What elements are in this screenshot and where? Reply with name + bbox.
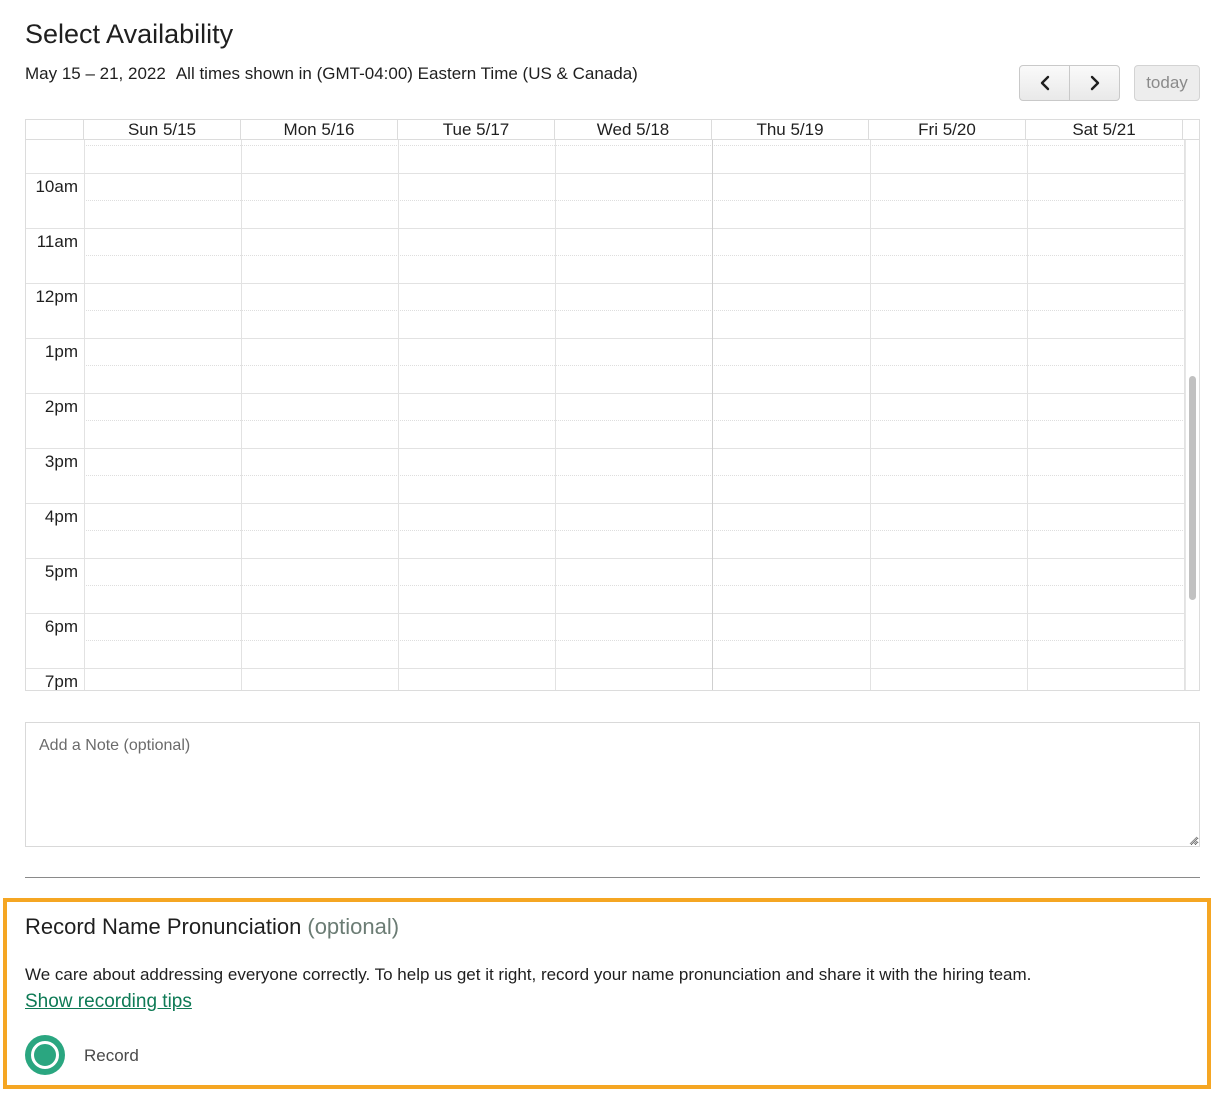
time-label: 7pm [44, 672, 78, 690]
prev-week-button[interactable] [1020, 66, 1069, 100]
half-hour-line [84, 310, 1185, 311]
pronunciation-title-text: Record Name Pronunciation [25, 914, 302, 939]
time-label: 4pm [44, 507, 78, 526]
day-column-divider [555, 140, 556, 690]
half-hour-line [84, 585, 1185, 586]
day-header-wed: Wed 5/18 [555, 120, 712, 139]
hour-line [26, 173, 1185, 174]
hour-line [26, 283, 1185, 284]
day-column-divider [1027, 140, 1028, 690]
time-label: 12pm [35, 287, 78, 306]
half-hour-line [84, 640, 1185, 641]
chevron-left-icon [1040, 75, 1049, 91]
page-title: Select Availability [25, 19, 234, 49]
calendar-header: Sun 5/15 Mon 5/16 Tue 5/17 Wed 5/18 Thu … [26, 120, 1199, 140]
hour-line [26, 668, 1185, 669]
optional-tag: (optional) [307, 914, 400, 939]
calendar-body[interactable]: 10am 11am 12pm 1pm 2pm 3pm 4pm 5pm 6pm 7pm [26, 140, 1185, 690]
half-hour-line [84, 530, 1185, 531]
time-row[interactable]: 6pm [26, 613, 1185, 668]
next-week-button[interactable] [1069, 66, 1119, 100]
day-header-fri: Fri 5/20 [869, 120, 1026, 139]
time-label: 2pm [44, 397, 78, 416]
time-row[interactable]: 3pm [26, 448, 1185, 503]
day-column-divider [241, 140, 242, 690]
time-label: 3pm [44, 452, 78, 471]
section-divider [25, 877, 1200, 878]
hour-line [26, 613, 1185, 614]
time-row[interactable]: 4pm [26, 503, 1185, 558]
hour-line [26, 503, 1185, 504]
note-textarea[interactable] [25, 722, 1200, 847]
time-label: 10am [35, 177, 78, 196]
day-header-thu: Thu 5/19 [712, 120, 869, 139]
time-row[interactable]: 1pm [26, 338, 1185, 393]
time-gutter-header [26, 120, 84, 139]
half-hour-line [84, 475, 1185, 476]
time-row[interactable]: 7pm [26, 668, 1185, 690]
date-range-line: May 15 – 21, 2022 All times shown in (GMT… [25, 62, 638, 86]
day-header-tue: Tue 5/17 [398, 120, 555, 139]
hour-line [26, 393, 1185, 394]
hour-line [26, 228, 1185, 229]
day-column-divider [712, 140, 713, 690]
hour-line [26, 558, 1185, 559]
pronunciation-title: Record Name Pronunciation (optional) [25, 912, 399, 942]
time-row[interactable]: 10am [26, 173, 1185, 228]
time-row[interactable]: 11am [26, 228, 1185, 283]
half-hour-line [84, 255, 1185, 256]
time-grid[interactable]: 10am 11am 12pm 1pm 2pm 3pm 4pm 5pm 6pm 7pm [26, 140, 1185, 690]
time-row[interactable]: 12pm [26, 283, 1185, 338]
day-header-sat: Sat 5/21 [1026, 120, 1183, 139]
half-hour-line [84, 420, 1185, 421]
half-hour-line [84, 200, 1185, 201]
availability-calendar: Sun 5/15 Mon 5/16 Tue 5/17 Wed 5/18 Thu … [25, 119, 1200, 691]
chevron-right-icon [1090, 75, 1099, 91]
calendar-scrollbar[interactable] [1185, 140, 1199, 690]
day-header-sun: Sun 5/15 [84, 120, 241, 139]
time-label: 5pm [44, 562, 78, 581]
pronunciation-description: We care about addressing everyone correc… [25, 965, 1032, 984]
scrollbar-thumb[interactable] [1189, 376, 1196, 600]
record-label[interactable]: Record [84, 1044, 139, 1068]
time-row[interactable]: 2pm [26, 393, 1185, 448]
half-hour-line [84, 145, 1185, 146]
time-row-partial[interactable] [26, 140, 1185, 173]
week-nav-group [1019, 65, 1120, 101]
date-range: May 15 – 21, 2022 [25, 64, 166, 83]
hour-line [26, 448, 1185, 449]
day-column-divider [84, 140, 85, 690]
day-column-divider [398, 140, 399, 690]
time-row[interactable]: 5pm [26, 558, 1185, 613]
show-recording-tips-link[interactable]: Show recording tips [25, 989, 192, 1015]
hour-line [26, 338, 1185, 339]
day-header-mon: Mon 5/16 [241, 120, 398, 139]
time-label: 6pm [44, 617, 78, 636]
record-button[interactable] [25, 1035, 65, 1075]
record-icon [25, 1035, 65, 1075]
today-button[interactable]: today [1134, 65, 1200, 101]
half-hour-line [84, 365, 1185, 366]
time-label: 11am [36, 232, 78, 251]
day-column-divider [870, 140, 871, 690]
timezone-note: All times shown in (GMT-04:00) Eastern T… [175, 64, 638, 83]
time-label: 1pm [44, 342, 78, 361]
